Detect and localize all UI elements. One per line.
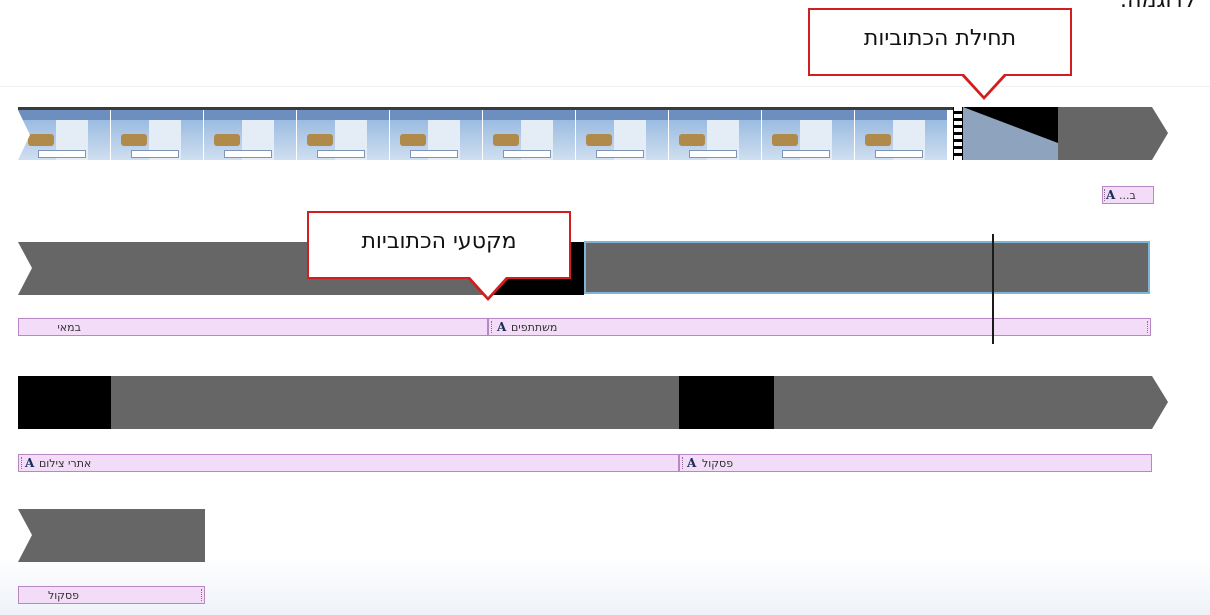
- clip-edge-handle[interactable]: [682, 457, 683, 469]
- video-track[interactable]: [18, 107, 1168, 161]
- video-thumbnail: [111, 110, 204, 160]
- clip-edge-handle[interactable]: [1147, 321, 1148, 333]
- video-thumbnail: [855, 110, 948, 160]
- callout-pointer-fill: [470, 277, 506, 297]
- caption-a-icon: A: [497, 320, 507, 334]
- video-thumbnail: [297, 110, 390, 160]
- caption-clip-label: אתרי צילום: [39, 457, 92, 470]
- caption-clip[interactable]: A אתרי צילום: [18, 454, 679, 472]
- transition-segment[interactable]: [679, 376, 774, 429]
- chevron-right-icon: [1152, 376, 1168, 429]
- callout-subtitle-start: תחילת הכתוביות: [808, 8, 1072, 76]
- clip-track-4[interactable]: [18, 509, 205, 562]
- transition-segment[interactable]: [18, 376, 111, 429]
- caption-clip[interactable]: A ב...: [1102, 186, 1154, 204]
- track-start-notch: [18, 110, 30, 160]
- callout-text: מקטעי הכתוביות: [361, 229, 517, 254]
- video-thumbnail: [204, 110, 297, 160]
- clip-edge-handle[interactable]: [1104, 189, 1105, 201]
- caption-clip[interactable]: במאי: [18, 318, 488, 336]
- caption-clip-label: ב...: [1119, 189, 1136, 202]
- clip-edge-handle[interactable]: [201, 589, 202, 601]
- caption-a-icon: A: [687, 456, 697, 470]
- video-thumbnail: [483, 110, 576, 160]
- callout-pointer-fill: [964, 74, 1004, 96]
- caption-clip[interactable]: פסקול: [18, 586, 205, 604]
- chevron-right-icon: [1152, 107, 1168, 160]
- video-thumbnails[interactable]: [18, 110, 953, 160]
- caption-clip-label: משתתפים: [511, 321, 558, 334]
- clip-edge-handle[interactable]: [21, 457, 22, 469]
- caption-clip-label: פסקול: [702, 457, 734, 470]
- video-track-tail[interactable]: [1058, 107, 1152, 160]
- callout-text: תחילת הכתוביות: [863, 26, 1017, 51]
- caption-clip-label: במאי: [57, 321, 81, 334]
- track-start-notch: [18, 509, 32, 562]
- clip-edge-handle[interactable]: [491, 321, 492, 333]
- clip-track-2-selected[interactable]: [584, 241, 1150, 294]
- video-thumbnail: [762, 110, 855, 160]
- playhead[interactable]: [992, 234, 994, 344]
- video-thumbnail: [669, 110, 762, 160]
- film-strip-icon[interactable]: [953, 107, 963, 160]
- video-thumbnail: [18, 110, 111, 160]
- caption-clip-label: פסקול: [47, 589, 79, 602]
- caption-a-icon: A: [25, 456, 35, 470]
- video-thumbnail: [390, 110, 483, 160]
- video-thumbnail: [576, 110, 669, 160]
- caption-clip[interactable]: A משתתפים: [488, 318, 1151, 336]
- caption-a-icon: A: [1106, 188, 1116, 202]
- clip-track-3-left[interactable]: [111, 376, 679, 429]
- track-start-notch: [18, 242, 32, 295]
- callout-subtitle-segments: מקטעי הכתוביות: [307, 211, 571, 279]
- page-top-text: לדוגמה:: [1119, 0, 1196, 13]
- clip-track-3-right[interactable]: [774, 376, 1152, 429]
- caption-clip[interactable]: A פסקול: [679, 454, 1152, 472]
